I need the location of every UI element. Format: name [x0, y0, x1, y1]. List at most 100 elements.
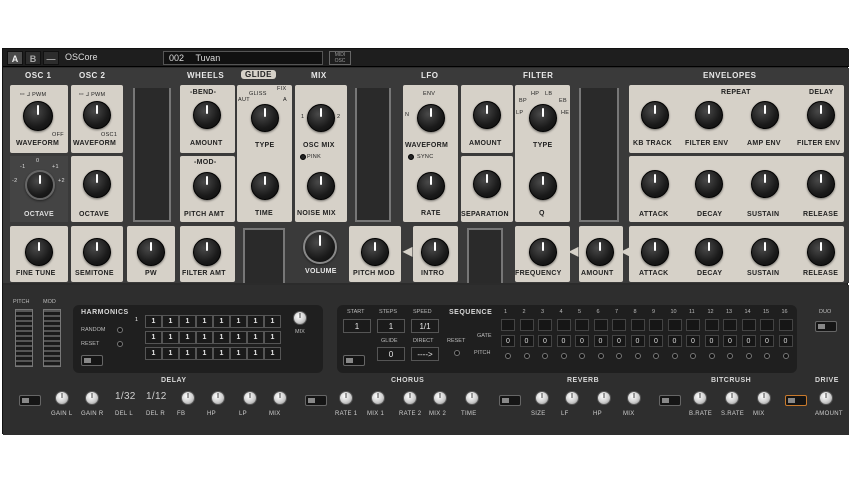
- kb-track-knob[interactable]: [641, 101, 669, 129]
- seq-pitch-cell[interactable]: 0: [778, 335, 793, 347]
- delay-mix-knob[interactable]: [273, 391, 287, 405]
- seq-pitch-cell[interactable]: 0: [538, 335, 552, 347]
- lfo-waveform-knob[interactable]: [417, 104, 445, 132]
- preset-selector[interactable]: 002 Tuvan: [163, 51, 323, 65]
- harmonic-cell[interactable]: 1: [162, 347, 179, 360]
- harmonic-cell[interactable]: 1: [213, 315, 230, 328]
- sequencer-toggle[interactable]: [343, 355, 365, 366]
- seq-step-dot[interactable]: [764, 353, 770, 359]
- harmonic-cell[interactable]: 1: [196, 315, 213, 328]
- harmonic-cell[interactable]: 1: [264, 315, 281, 328]
- delay-toggle[interactable]: [19, 395, 41, 406]
- start-display[interactable]: 1: [343, 319, 371, 333]
- filter-decay-knob[interactable]: [695, 170, 723, 198]
- steps-display[interactable]: 1: [377, 319, 405, 333]
- chorus-2-knob[interactable]: [403, 391, 417, 405]
- volume-knob[interactable]: [303, 230, 337, 264]
- delay-hp-knob[interactable]: [211, 391, 225, 405]
- harmonic-cell[interactable]: 1: [230, 347, 247, 360]
- delay-lp-knob[interactable]: [243, 391, 257, 405]
- osc1-octave-knob[interactable]: [25, 170, 55, 200]
- chorus-4-knob[interactable]: [465, 391, 479, 405]
- bend-amount-knob[interactable]: [193, 101, 221, 129]
- glide-type-knob[interactable]: [251, 104, 279, 132]
- speed-display[interactable]: 1/1: [411, 319, 439, 333]
- seq-pitch-cell[interactable]: 0: [593, 335, 608, 347]
- harmonic-cell[interactable]: 1: [230, 315, 247, 328]
- harmonic-cell[interactable]: 1: [247, 347, 264, 360]
- harmonic-cell[interactable]: 1: [179, 315, 196, 328]
- random-button[interactable]: [117, 327, 123, 333]
- seq-pitch-cell[interactable]: 0: [760, 335, 774, 347]
- seq-pitch-cell[interactable]: 0: [704, 335, 719, 347]
- preset-a-button[interactable]: A: [7, 51, 23, 65]
- drive-amount-knob[interactable]: [819, 391, 833, 405]
- filter-type-knob[interactable]: [529, 104, 557, 132]
- seq-step-dot[interactable]: [542, 353, 548, 359]
- seq-step-dot[interactable]: [782, 353, 789, 359]
- amp-sustain-knob[interactable]: [751, 238, 779, 266]
- reverb-toggle[interactable]: [499, 395, 521, 406]
- harmonic-cell[interactable]: 1: [145, 331, 162, 344]
- seq-step-dot[interactable]: [579, 353, 585, 359]
- reverb-2-knob[interactable]: [597, 391, 611, 405]
- seq-step-dot[interactable]: [597, 353, 604, 359]
- seq-step-dot[interactable]: [653, 353, 659, 359]
- harmonic-cell[interactable]: 1: [247, 331, 264, 344]
- harmonic-cell[interactable]: 1: [145, 315, 162, 328]
- harmonic-cell[interactable]: 1: [196, 331, 213, 344]
- harmonic-cell[interactable]: 1: [264, 331, 281, 344]
- seq-step-dot[interactable]: [708, 353, 715, 359]
- lfo-rate-knob[interactable]: [417, 172, 445, 200]
- bitcrush-1-knob[interactable]: [725, 391, 739, 405]
- chorus-1-knob[interactable]: [371, 391, 385, 405]
- bitcrush-2-knob[interactable]: [757, 391, 771, 405]
- harmonic-cell[interactable]: 1: [162, 315, 179, 328]
- seq-gate-cell[interactable]: [612, 319, 626, 331]
- chorus-3-knob[interactable]: [433, 391, 447, 405]
- osc2-waveform-knob[interactable]: [83, 101, 111, 129]
- seq-gate-cell[interactable]: [575, 319, 589, 331]
- seq-step-dot[interactable]: [745, 353, 752, 359]
- pitch-mod-knob[interactable]: [361, 238, 389, 266]
- reverb-0-knob[interactable]: [535, 391, 549, 405]
- seq-gate-cell[interactable]: [538, 319, 552, 331]
- harmonics-toggle[interactable]: [81, 355, 103, 366]
- separation-knob[interactable]: [473, 170, 501, 198]
- seq-step-dot[interactable]: [560, 353, 567, 359]
- seq-pitch-cell[interactable]: 0: [723, 335, 737, 347]
- midi-osc-indicator[interactable]: MIDI OSC: [329, 51, 351, 65]
- osc-mix-knob[interactable]: [307, 104, 335, 132]
- delay-del-l-value[interactable]: 1/32: [115, 391, 136, 402]
- osc2-semitone-knob[interactable]: [83, 238, 111, 266]
- seq-gate-cell[interactable]: [723, 319, 737, 331]
- seq-pitch-cell[interactable]: 0: [575, 335, 589, 347]
- seq-step-dot[interactable]: [690, 353, 696, 359]
- pitch-amt-knob[interactable]: [193, 172, 221, 200]
- seq-gate-cell[interactable]: [556, 319, 571, 331]
- osc2-octave-knob[interactable]: [83, 170, 111, 198]
- filter-release-knob[interactable]: [807, 170, 835, 198]
- reverb-3-knob[interactable]: [627, 391, 641, 405]
- drive-toggle[interactable]: [785, 395, 807, 406]
- glide-header[interactable]: GLIDE: [241, 70, 276, 79]
- seq-step-dot[interactable]: [505, 353, 511, 359]
- seq-pitch-cell[interactable]: 0: [686, 335, 700, 347]
- harmonic-cell[interactable]: 1: [247, 315, 264, 328]
- filter-sustain-knob[interactable]: [751, 170, 779, 198]
- seq-pitch-cell[interactable]: 0: [519, 335, 534, 347]
- seq-gate-cell[interactable]: [704, 319, 719, 331]
- reverb-1-knob[interactable]: [565, 391, 579, 405]
- preset-menu-button[interactable]: —: [43, 51, 59, 65]
- harmonic-cell[interactable]: 1: [162, 331, 179, 344]
- osc1-finetune-knob[interactable]: [25, 238, 53, 266]
- direct-display[interactable]: ---->: [411, 347, 439, 361]
- chorus-0-knob[interactable]: [339, 391, 353, 405]
- seq-step-dot[interactable]: [616, 353, 622, 359]
- seq-pitch-cell[interactable]: 0: [630, 335, 645, 347]
- seq-pitch-cell[interactable]: 0: [741, 335, 756, 347]
- mod-wheel[interactable]: [43, 309, 61, 367]
- bitcrush-toggle[interactable]: [659, 395, 681, 406]
- seq-pitch-cell[interactable]: 0: [501, 335, 515, 347]
- seq-pitch-cell[interactable]: 0: [667, 335, 682, 347]
